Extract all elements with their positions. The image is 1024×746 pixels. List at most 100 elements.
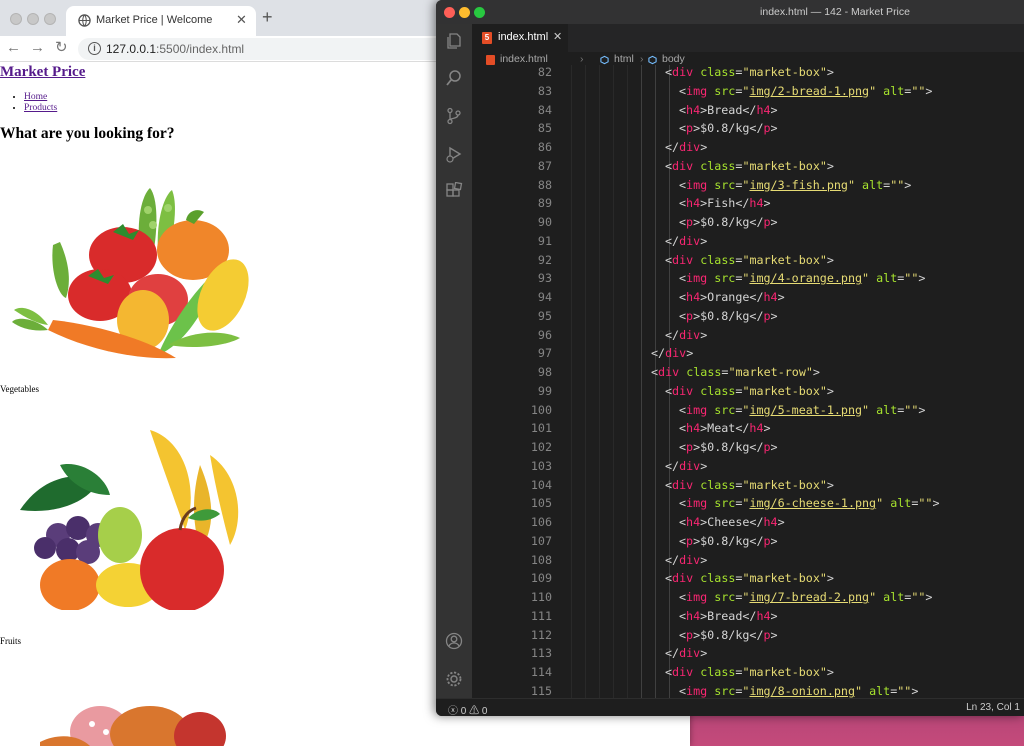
meat-image: [40, 706, 226, 746]
gear-icon[interactable]: [445, 670, 463, 688]
code-line[interactable]: </div>: [665, 553, 707, 567]
nav-link-home[interactable]: Home: [24, 92, 47, 102]
nav-list: Home Products: [24, 92, 57, 114]
warning-count: 0: [481, 706, 488, 716]
source-control-icon[interactable]: [445, 107, 463, 125]
close-tab-icon[interactable]: ✕: [236, 12, 247, 28]
chevron-right-icon: ›: [580, 53, 584, 65]
problems-indicator[interactable]: ⓧ 0 ⚠ 0: [448, 702, 487, 716]
code-line[interactable]: <img src="img/3-fish.png" alt="">: [679, 178, 911, 192]
close-icon[interactable]: ✕: [553, 30, 562, 43]
code-line[interactable]: </div>: [665, 459, 707, 473]
url-path: :5500/index.html: [156, 42, 245, 56]
code-line[interactable]: <h4>Bread</h4>: [679, 609, 778, 623]
line-number: 86: [537, 140, 552, 154]
site-title-link[interactable]: Market Price: [0, 64, 85, 81]
line-number: 93: [537, 271, 552, 286]
html5-file-icon: 5: [482, 32, 492, 44]
breadcrumb-html[interactable]: html: [614, 53, 634, 65]
code-line[interactable]: </div>: [665, 234, 707, 248]
error-count: 0: [460, 706, 467, 716]
code-line[interactable]: <div class="market-box">: [665, 665, 834, 679]
line-number: 84: [537, 102, 552, 117]
code-line[interactable]: <img src="img/6-cheese-1.png" alt="">: [679, 496, 940, 510]
line-number: 87: [537, 158, 552, 173]
code-line[interactable]: <div class="market-box">: [665, 159, 834, 173]
files-icon[interactable]: [445, 32, 463, 50]
chevron-right-icon: ›: [640, 53, 644, 65]
search-icon[interactable]: [445, 69, 463, 87]
code-line[interactable]: </div>: [665, 140, 707, 154]
nav-link-products[interactable]: Products: [24, 103, 57, 113]
code-line[interactable]: <div class="market-box">: [665, 65, 834, 79]
cursor-position[interactable]: Ln 23, Col 1: [966, 702, 1020, 713]
code-line[interactable]: <div class="market-box">: [665, 384, 834, 398]
editor-tab-index-html[interactable]: 5 index.html ✕: [472, 24, 568, 52]
code-line[interactable]: <div class="market-box">: [665, 253, 834, 267]
line-number: 109: [530, 571, 552, 586]
code-line[interactable]: <h4>Orange</h4>: [679, 290, 785, 304]
vegetables-image: [12, 188, 249, 359]
code-line[interactable]: <p>$0.8/kg</p>: [679, 309, 778, 323]
indent-guide: [585, 65, 586, 698]
breadcrumb-file[interactable]: index.html: [500, 53, 548, 65]
globe-icon: [78, 14, 91, 27]
reload-icon[interactable]: ↻: [55, 39, 68, 57]
line-number: 106: [530, 515, 552, 529]
maximize-window-button[interactable]: [44, 13, 56, 25]
line-number: 85: [537, 121, 552, 136]
minimize-window-button[interactable]: [27, 13, 39, 25]
line-number: 108: [530, 552, 552, 567]
indent-guide: [655, 65, 656, 698]
code-line[interactable]: </div>: [651, 346, 693, 360]
url-text: 127.0.0.1:5500/index.html: [106, 42, 244, 56]
code-line[interactable]: <img src="img/2-bread-1.png" alt="">: [679, 84, 932, 98]
code-line[interactable]: <div class="market-box">: [665, 571, 834, 585]
site-info-icon[interactable]: i: [88, 42, 101, 55]
code-line[interactable]: <h4>Cheese</h4>: [679, 515, 785, 529]
line-number: 105: [530, 496, 552, 511]
browser-tab-title: Market Price | Welcome: [96, 14, 213, 26]
status-bar: ⓧ 0 ⚠ 0 Ln 23, Col 1: [436, 698, 1024, 716]
extensions-icon[interactable]: [445, 182, 463, 200]
close-window-button[interactable]: [10, 13, 22, 25]
run-debug-icon[interactable]: [445, 145, 463, 163]
line-number: 101: [530, 421, 552, 436]
code-line[interactable]: <img src="img/8-onion.png" alt="">: [679, 684, 918, 698]
code-line[interactable]: <p>$0.8/kg</p>: [679, 628, 778, 642]
code-line[interactable]: <img src="img/7-bread-2.png" alt="">: [679, 590, 932, 604]
code-line[interactable]: <img src="img/5-meat-1.png" alt="">: [679, 403, 925, 417]
line-number: 89: [537, 196, 552, 211]
page-heading: What are you looking for?: [0, 125, 175, 142]
line-number: 113: [530, 646, 552, 661]
code-line[interactable]: </div>: [665, 328, 707, 342]
code-line[interactable]: <h4>Bread</h4>: [679, 103, 778, 117]
category-caption-fruits: Fruits: [0, 636, 22, 646]
code-line[interactable]: <div class="market-row">: [651, 365, 820, 379]
code-line[interactable]: </div>: [665, 646, 707, 660]
line-number: 103: [530, 458, 552, 473]
indent-guide: [571, 65, 572, 698]
line-number: 114: [530, 665, 552, 679]
arrow-left-icon[interactable]: ←: [6, 39, 21, 57]
code-line[interactable]: <p>$0.8/kg</p>: [679, 215, 778, 229]
breadcrumb-body[interactable]: body: [662, 53, 685, 65]
line-number: 95: [537, 308, 552, 323]
nav-item-products: Products: [24, 103, 57, 114]
code-line[interactable]: <div class="market-box">: [665, 478, 834, 492]
line-number: 107: [530, 533, 552, 548]
browser-tab-active[interactable]: Market Price | Welcome ✕: [66, 6, 256, 36]
code-line[interactable]: <h4>Fish</h4>: [679, 196, 771, 210]
code-line[interactable]: <p>$0.8/kg</p>: [679, 534, 778, 548]
code-line[interactable]: <p>$0.8/kg</p>: [679, 440, 778, 454]
code-line[interactable]: <h4>Meat</h4>: [679, 421, 771, 435]
new-tab-icon[interactable]: +: [262, 8, 273, 26]
arrow-right-icon[interactable]: →: [30, 39, 45, 57]
code-line[interactable]: <p>$0.8/kg</p>: [679, 121, 778, 135]
activity-bar: [436, 24, 472, 698]
line-number: 115: [530, 683, 552, 698]
account-icon[interactable]: [445, 632, 463, 650]
editor-window-title: index.html — 142 - Market Price: [760, 6, 910, 18]
code-line[interactable]: <img src="img/4-orange.png" alt="">: [679, 271, 925, 285]
code-area[interactable]: 82 <div class="market-box"> 83 <img src="im…: [472, 65, 1024, 698]
